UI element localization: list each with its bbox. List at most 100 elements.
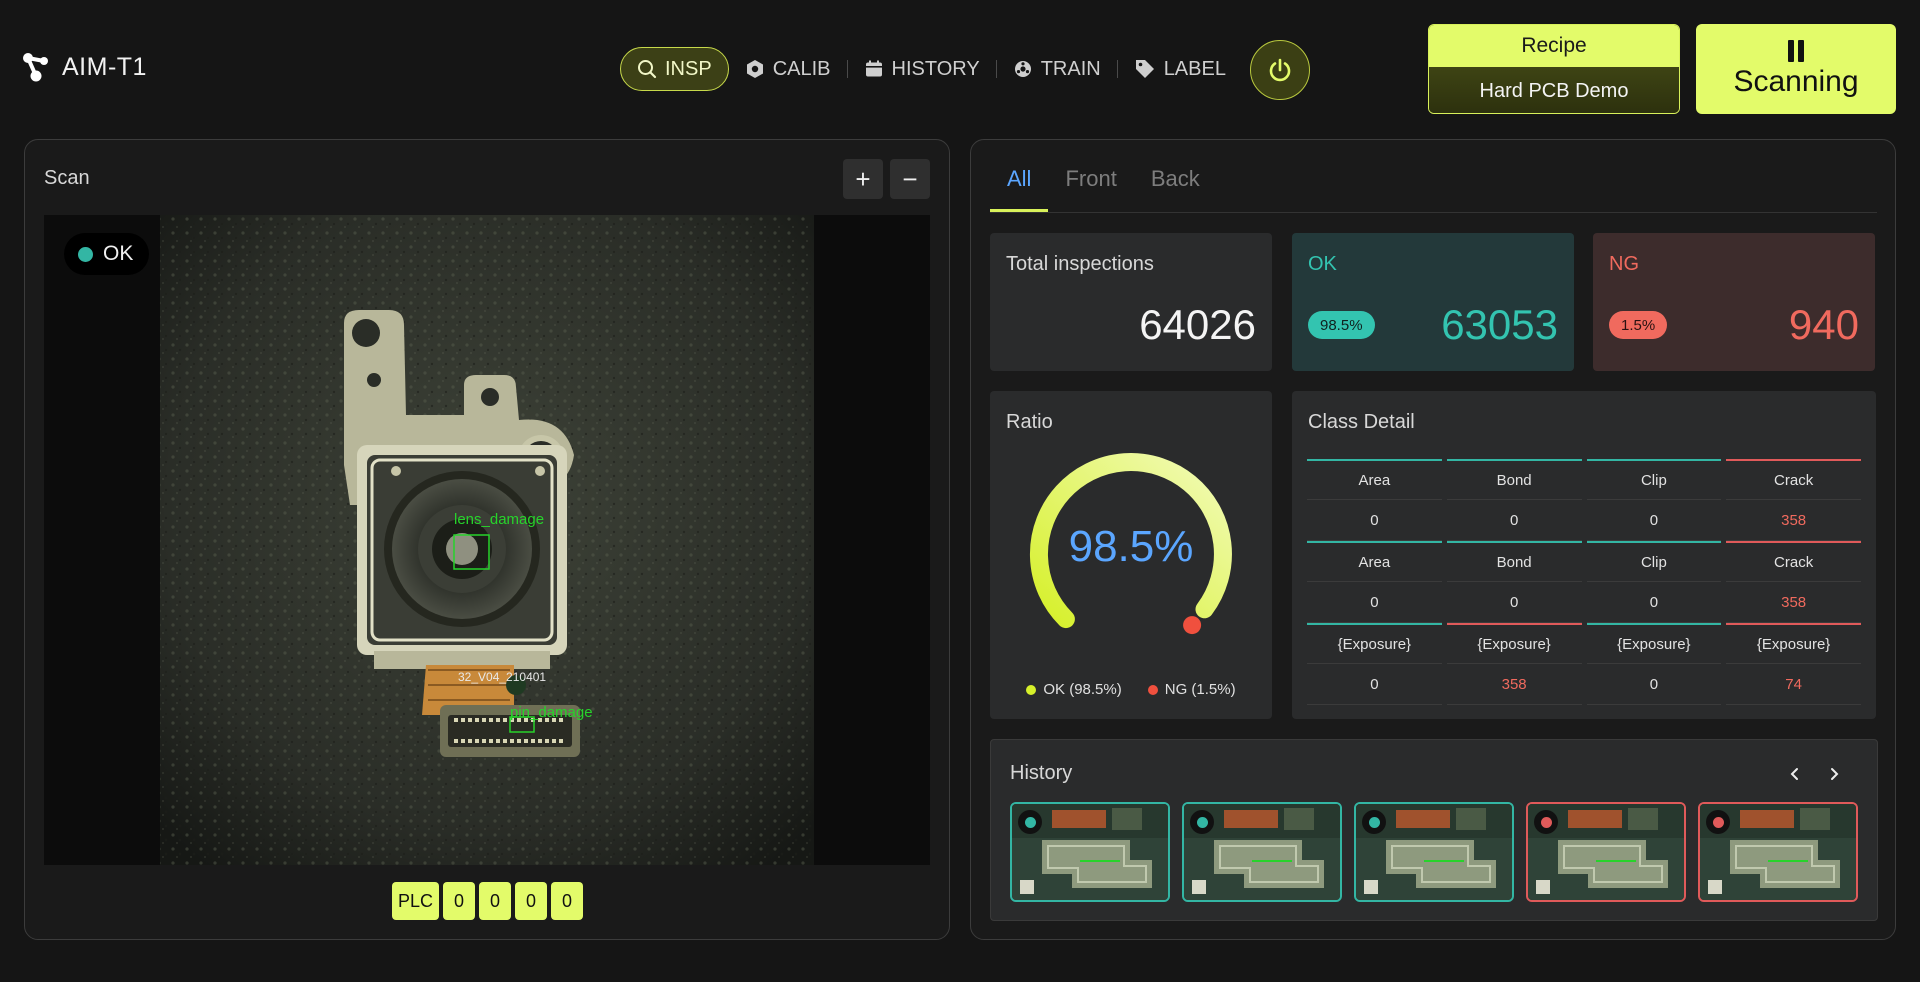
scan-status-badge: OK (64, 233, 150, 275)
class-detail-value: 0 (1446, 500, 1582, 541)
class-detail-value-row: 0 0 0 358 (1307, 500, 1861, 541)
ok-percent-badge: 98.5% (1308, 311, 1375, 339)
total-inspections-card: Total inspections 64026 (990, 233, 1272, 371)
gear-wheel-icon (1014, 61, 1031, 77)
legend-ng-dot (1147, 684, 1158, 695)
class-detail-value: 358 (1446, 664, 1582, 705)
legend-ok: OK (98.5%) (1026, 681, 1122, 698)
recipe-label: Recipe (1429, 25, 1679, 67)
search-icon (638, 60, 657, 79)
plc-status: PLC 0 0 0 0 (392, 882, 584, 920)
history-thumbnail[interactable] (1698, 802, 1858, 902)
header: AIM-T1 INSP CALIB HISTORY TRAIN LABEL Re (0, 0, 1920, 138)
legend-ng: NG (1.5%) (1147, 681, 1236, 698)
nav-train-label: TRAIN (1040, 57, 1101, 80)
app-title: AIM-T1 (62, 52, 147, 81)
thumbnail-status-dot (1534, 810, 1558, 834)
ok-count-card: OK 98.5% 63053 (1292, 233, 1574, 371)
class-detail-value: 358 (1726, 500, 1861, 541)
ratio-value: 98.5% (1069, 522, 1194, 571)
ratio-title: Ratio (1006, 411, 1053, 433)
power-icon (1269, 58, 1291, 82)
history-thumbnail[interactable] (1010, 802, 1170, 902)
class-detail-title: Class Detail (1308, 411, 1415, 433)
ok-count-value: 63053 (1441, 301, 1558, 348)
stats-panel: All Front Back Total inspections 64026 O… (970, 139, 1896, 940)
legend-ok-label: OK (98.5%) (1043, 681, 1122, 698)
ratio-gauge: 98.5% (1029, 453, 1232, 635)
zoom-out-button[interactable]: − (890, 159, 930, 199)
class-detail-header: Bond (1446, 459, 1582, 500)
thumbnail-status-dot (1362, 810, 1386, 834)
class-detail-card: Class Detail Area Bond Clip Crack 0 0 0 358 Area… (1292, 391, 1876, 719)
nav-calib-label: CALIB (772, 57, 831, 80)
class-detail-header: {Exposure} (1446, 623, 1582, 664)
class-detail-value-row: 0 358 0 74 (1307, 664, 1861, 705)
tab-back[interactable]: Back (1134, 166, 1217, 212)
logo-icon (23, 53, 48, 82)
power-button[interactable] (1250, 40, 1310, 100)
history-thumbnails (1010, 802, 1858, 902)
class-detail-table: Area Bond Clip Crack 0 0 0 358 Area Bond Clip Crack… (1307, 459, 1861, 705)
main-nav: INSP CALIB HISTORY TRAIN LABEL (620, 47, 1242, 91)
nav-label[interactable]: LABEL (1118, 47, 1242, 91)
history-next-button[interactable] (1822, 762, 1846, 786)
chevron-left-icon (1790, 768, 1798, 780)
class-detail-header-row: {Exposure} {Exposure} {Exposure} {Exposure} (1307, 623, 1861, 664)
calendar-icon (865, 60, 882, 77)
class-detail-header: Bond (1446, 541, 1582, 582)
thumbnail-status-dot (1018, 810, 1042, 834)
nav-insp[interactable]: INSP (620, 47, 729, 91)
ng-count-label: NG (1609, 253, 1639, 275)
nav-history[interactable]: HISTORY (848, 47, 996, 91)
class-detail-value: 0 (1586, 582, 1722, 623)
hexagon-icon (746, 60, 763, 78)
history-card: History (990, 739, 1878, 921)
pause-icon (1788, 40, 1804, 62)
scan-image-viewer[interactable]: 32_V04_210401 lens_damage pin_damage OK (44, 215, 930, 865)
ng-percent-badge: 1.5% (1609, 311, 1668, 339)
app-logo[interactable]: AIM-T1 (22, 52, 147, 82)
class-detail-value: 0 (1446, 582, 1582, 623)
scan-image: 32_V04_210401 lens_damage pin_damage (160, 215, 814, 865)
nav-insp-label: INSP (665, 57, 712, 80)
nav-calib[interactable]: CALIB (729, 47, 847, 91)
class-detail-header: {Exposure} (1726, 623, 1861, 664)
recipe-value: Hard PCB Demo (1429, 67, 1679, 113)
tabs-divider (990, 212, 1877, 213)
nav-label-label: LABEL (1163, 57, 1226, 80)
ng-count-card: NG 1.5% 940 (1593, 233, 1875, 371)
history-thumbnail[interactable] (1526, 802, 1686, 902)
class-detail-header: {Exposure} (1586, 623, 1722, 664)
class-detail-value: 74 (1726, 664, 1861, 705)
scanning-label: Scanning (1733, 65, 1859, 98)
scan-status-label: OK (103, 242, 134, 265)
history-thumbnail[interactable] (1354, 802, 1514, 902)
plc-value: 0 (551, 882, 584, 920)
class-detail-header: Area (1307, 541, 1442, 582)
tab-front[interactable]: Front (1048, 166, 1133, 212)
tab-all[interactable]: All (990, 166, 1049, 212)
nav-train[interactable]: TRAIN (997, 47, 1117, 91)
class-detail-value: 358 (1726, 582, 1861, 623)
legend-ng-label: NG (1.5%) (1164, 681, 1236, 698)
chevron-right-icon (1831, 768, 1839, 780)
history-prev-button[interactable] (1783, 762, 1807, 786)
class-detail-header: {Exposure} (1307, 623, 1442, 664)
detection-label-pin-damage: pin_damage (510, 704, 593, 721)
tag-icon (1135, 60, 1154, 78)
class-detail-value: 0 (1307, 500, 1442, 541)
class-detail-header-row: Area Bond Clip Crack (1307, 541, 1861, 582)
ok-count-label: OK (1308, 253, 1337, 275)
scanning-button[interactable]: Scanning (1696, 24, 1896, 114)
plc-label: PLC (392, 882, 440, 920)
zoom-in-button[interactable]: + (843, 159, 883, 199)
total-inspections-label: Total inspections (1006, 253, 1154, 275)
detection-label-lens-damage: lens_damage (454, 511, 544, 528)
recipe-selector[interactable]: Recipe Hard PCB Demo (1428, 24, 1680, 114)
history-thumbnail[interactable] (1182, 802, 1342, 902)
class-detail-header: Clip (1586, 541, 1722, 582)
ratio-legend: OK (98.5%) NG (1.5%) (990, 681, 1272, 698)
class-detail-header: Clip (1586, 459, 1722, 500)
class-detail-value: 0 (1586, 500, 1722, 541)
